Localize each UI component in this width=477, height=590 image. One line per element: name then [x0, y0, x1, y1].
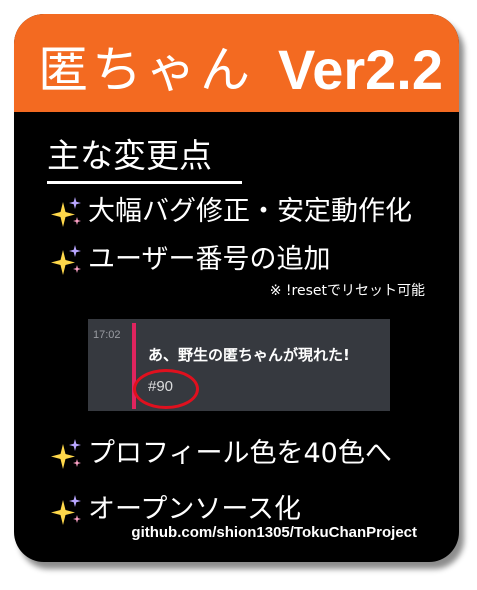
message-timestamp: 17:02 — [93, 329, 121, 341]
message-text: あ、野生の匿ちゃんが現れた! — [148, 346, 350, 364]
version-label: Ver2.2 — [277, 38, 443, 101]
section-underline — [47, 181, 242, 184]
repository-link[interactable]: github.com/shion1305/TokuChanProject — [131, 524, 417, 542]
change-item-text: プロフィール色を40色へ — [88, 438, 392, 469]
change-item-text: 大幅バグ修正・安定動作化 — [88, 196, 412, 227]
reset-note: ※ !resetでリセット可能 — [269, 283, 425, 299]
section-title: 主な変更点 — [47, 136, 212, 175]
sparkles-icon — [51, 197, 81, 227]
highlight-circle — [133, 369, 199, 409]
sparkles-icon — [51, 495, 81, 525]
app-title: 匿ちゃん — [38, 41, 254, 99]
change-item-text: オープンソース化 — [88, 494, 302, 525]
sparkles-icon — [51, 245, 81, 275]
change-item-text: ユーザー番号の追加 — [88, 244, 331, 275]
sparkles-icon — [51, 439, 81, 469]
header-banner: 匿ちゃん Ver2.2 — [14, 14, 459, 112]
chat-preview: 17:02 あ、野生の匿ちゃんが現れた! #90 — [88, 319, 390, 411]
announcement-card: 匿ちゃん Ver2.2 主な変更点 大幅バグ修正・安定動作化 ユーザー番号の追加… — [14, 14, 459, 562]
